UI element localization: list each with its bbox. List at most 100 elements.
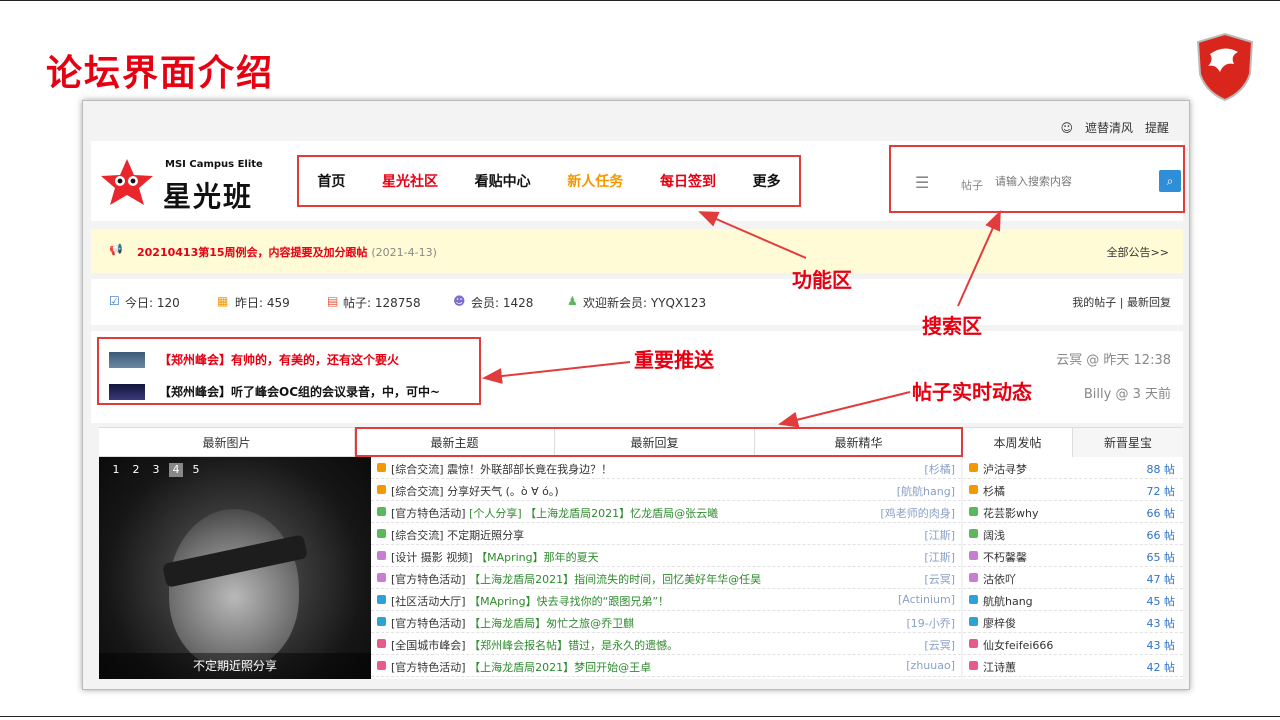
thread-row[interactable]: [综合交流] 不定期近照分享 [江斯] [371,523,961,545]
thread-row[interactable]: [综合交流] 分享好天气 (。ò ∀ ó。) [航航hang] [371,479,961,501]
nav-newbie-tasks[interactable]: 新人任务 [567,171,623,191]
thread-author[interactable]: [鸡老师的肉身] [880,505,955,521]
thread-category[interactable]: [全国城市峰会] [391,639,466,652]
image-carousel[interactable]: 1 2 3 4 5 不定期近照分享 [99,457,371,679]
thread-row[interactable]: [社区活动大厅] 【MApring】快去寻找你的“跟图兄弟”！ [Actinium… [371,589,961,611]
thread-subject[interactable]: 不定期近照分享 [447,529,524,542]
list-menu-icon[interactable]: ☰ [915,173,929,192]
thread-title[interactable]: [官方特色活动] 【上海龙盾局】匆忙之旅@乔卫麒 [391,615,634,631]
thread-category[interactable]: [社区活动大厅] [391,595,466,608]
my-posts-links[interactable]: 我的帖子 | 最新回复 [1072,294,1171,310]
ranking-row[interactable]: 花芸影why 66 帖 [963,501,1183,523]
ranking-row[interactable]: 泸沽寻梦 88 帖 [963,457,1183,479]
thread-author[interactable]: [航航hang] [897,483,955,499]
nav-more[interactable]: 更多 [753,171,781,191]
thread-author[interactable]: [云冥] [924,637,955,653]
thread-category[interactable]: [官方特色活动] [391,573,466,586]
thread-title[interactable]: [官方特色活动] 【上海龙盾局2021】梦回开始@王卓 [391,659,651,675]
thread-title[interactable]: [综合交流] 分享好天气 (。ò ∀ ó。) [391,483,559,499]
nav-home[interactable]: 首页 [317,171,345,191]
push-item[interactable]: 【郑州峰会】听了峰会OC组的会议录音，中，可中~ [109,383,440,400]
thread-row[interactable]: [设计 摄影 视频] 【MApring】那年的夏天 [江斯] [371,545,961,567]
thread-author[interactable]: [云冥] [924,571,955,587]
ranking-user[interactable]: 泸沽寻梦 [983,461,1027,477]
thread-category[interactable]: [官方特色活动] [391,661,466,674]
thread-subject[interactable]: 【MApring】那年的夏天 [476,551,599,564]
search-input[interactable] [995,169,1155,195]
thread-subject[interactable]: 【上海龙盾局2021】指间流失的时间，回忆美好年华@任昊 [469,573,761,586]
ranking-row[interactable]: 江诗蕙 42 帖 [963,655,1183,677]
carousel-page-2[interactable]: 2 [129,463,143,477]
nav-daily-checkin[interactable]: 每日签到 [660,171,716,191]
thread-title[interactable]: [设计 摄影 视频] 【MApring】那年的夏天 [391,549,599,565]
ranking-user[interactable]: 不朽馨馨 [983,549,1027,565]
avatar-icon[interactable]: ☺ [1060,121,1073,135]
ranking-row[interactable]: 不朽馨馨 65 帖 [963,545,1183,567]
thread-author[interactable]: [19-小乔] [906,615,955,631]
ranking-user[interactable]: 江诗蕙 [983,659,1016,675]
thread-title[interactable]: [全国城市峰会] 【郑州峰会报名帖】错过，是永久的遗憾。 [391,637,678,653]
remind-menu[interactable]: 提醒 [1145,119,1169,136]
carousel-page-5[interactable]: 5 [189,463,203,477]
ranking-row[interactable]: 杉橘 72 帖 [963,479,1183,501]
weekly-ranking: 泸沽寻梦 88 帖杉橘 72 帖花芸影why 66 帖阔浅 66 帖不朽馨馨 65 帖沽依… [963,457,1183,679]
ranking-user[interactable]: 航航hang [983,593,1033,609]
thread-subject[interactable]: 【上海龙盾局】匆忙之旅@乔卫麒 [469,617,634,630]
carousel-page-4[interactable]: 4 [169,463,183,477]
thread-row[interactable]: [官方特色活动] 【上海龙盾局2021】指间流失的时间，回忆美好年华@任昊 [云冥… [371,567,961,589]
search-scope-select[interactable]: 帖子 [961,177,983,193]
announcement-link[interactable]: 20210413第15周例会，内容提要及加分跟帖 (2021-4-13) [137,244,437,260]
thread-title[interactable]: [官方特色活动] 【上海龙盾局2021】指间流失的时间，回忆美好年华@任昊 [391,571,761,587]
ranking-user[interactable]: 沽依吖 [983,571,1016,587]
thread-category[interactable]: [综合交流] [391,485,444,498]
forum-brand[interactable]: MSI Campus Elite 星光班 [99,155,289,213]
thread-author[interactable]: [江斯] [924,527,955,543]
carousel-page-1[interactable]: 1 [109,463,123,477]
ranking-row[interactable]: 仙女feifei666 43 帖 [963,633,1183,655]
nav-community[interactable]: 星光社区 [382,171,438,191]
thread-author[interactable]: [zhuuao] [906,659,955,672]
thread-category[interactable]: [官方特色活动] [391,507,466,520]
thread-subject[interactable]: 分享好天气 (。ò ∀ ó。) [447,485,559,498]
carousel-page-3[interactable]: 3 [149,463,163,477]
thread-author[interactable]: [江斯] [924,549,955,565]
thread-row[interactable]: [官方特色活动] 【上海龙盾局2021】梦回开始@王卓 [zhuuao] [371,655,961,677]
tab-latest-images[interactable]: 最新图片 [99,428,355,458]
ranking-user[interactable]: 仙女feifei666 [983,637,1053,653]
search-icon[interactable]: ⌕ [1159,170,1181,192]
thread-title[interactable]: [综合交流] 震惊！外联部部长竟在我身边？！ [391,461,612,477]
tab-new-stars[interactable]: 新晋星宝 [1073,428,1183,458]
ranking-user[interactable]: 阔浅 [983,527,1005,543]
ranking-row[interactable]: 航航hang 45 帖 [963,589,1183,611]
thread-row[interactable]: [综合交流] 震惊！外联部部长竟在我身边？！ [杉橘] [371,457,961,479]
ranking-user[interactable]: 杉橘 [983,483,1005,499]
all-announcements-link[interactable]: 全部公告>> [1107,244,1169,260]
nav-posts-center[interactable]: 看贴中心 [475,171,531,191]
thread-author[interactable]: [杉橘] [924,461,955,477]
thread-row[interactable]: [官方特色活动] [个人分享] 【上海龙盾局2021】忆龙盾局@张云曦 [鸡老师的… [371,501,961,523]
thread-category[interactable]: [设计 摄影 视频] [391,551,473,564]
stat-welcome[interactable]: 欢迎新会员: YYQX123 [583,294,706,311]
thread-subject[interactable]: 震惊！外联部部长竟在我身边？！ [447,463,612,476]
thread-category[interactable]: [官方特色活动] [391,617,466,630]
thread-title[interactable]: [综合交流] 不定期近照分享 [391,527,524,543]
ranking-row[interactable]: 阔浅 66 帖 [963,523,1183,545]
thread-subject[interactable]: 【上海龙盾局2021】梦回开始@王卓 [469,661,651,674]
ranking-user[interactable]: 花芸影why [983,505,1038,521]
thread-category[interactable]: [综合交流] [391,529,444,542]
thread-subject[interactable]: 【郑州峰会报名帖】错过，是永久的遗憾。 [469,639,678,652]
ranking-user[interactable]: 廖梓俊 [983,615,1016,631]
thread-subject[interactable]: 【MApring】快去寻找你的“跟图兄弟”！ [469,595,669,608]
username-menu[interactable]: 遮替清风 [1085,119,1133,136]
thread-title[interactable]: [官方特色活动] [个人分享] 【上海龙盾局2021】忆龙盾局@张云曦 [391,505,718,521]
thread-subject[interactable]: [个人分享] 【上海龙盾局2021】忆龙盾局@张云曦 [469,507,718,520]
tab-weekly-posters[interactable]: 本周发帖 [963,428,1073,458]
thread-author[interactable]: [Actinium] [898,593,955,606]
ranking-row[interactable]: 廖梓俊 43 帖 [963,611,1183,633]
thread-title[interactable]: [社区活动大厅] 【MApring】快去寻找你的“跟图兄弟”！ [391,593,669,609]
ranking-row[interactable]: 沽依吖 47 帖 [963,567,1183,589]
thread-row[interactable]: [全国城市峰会] 【郑州峰会报名帖】错过，是永久的遗憾。 [云冥] [371,633,961,655]
push-item[interactable]: 【郑州峰会】有帅的，有美的，还有这个要火 [109,351,399,368]
thread-row[interactable]: [官方特色活动] 【上海龙盾局】匆忙之旅@乔卫麒 [19-小乔] [371,611,961,633]
thread-category[interactable]: [综合交流] [391,463,444,476]
